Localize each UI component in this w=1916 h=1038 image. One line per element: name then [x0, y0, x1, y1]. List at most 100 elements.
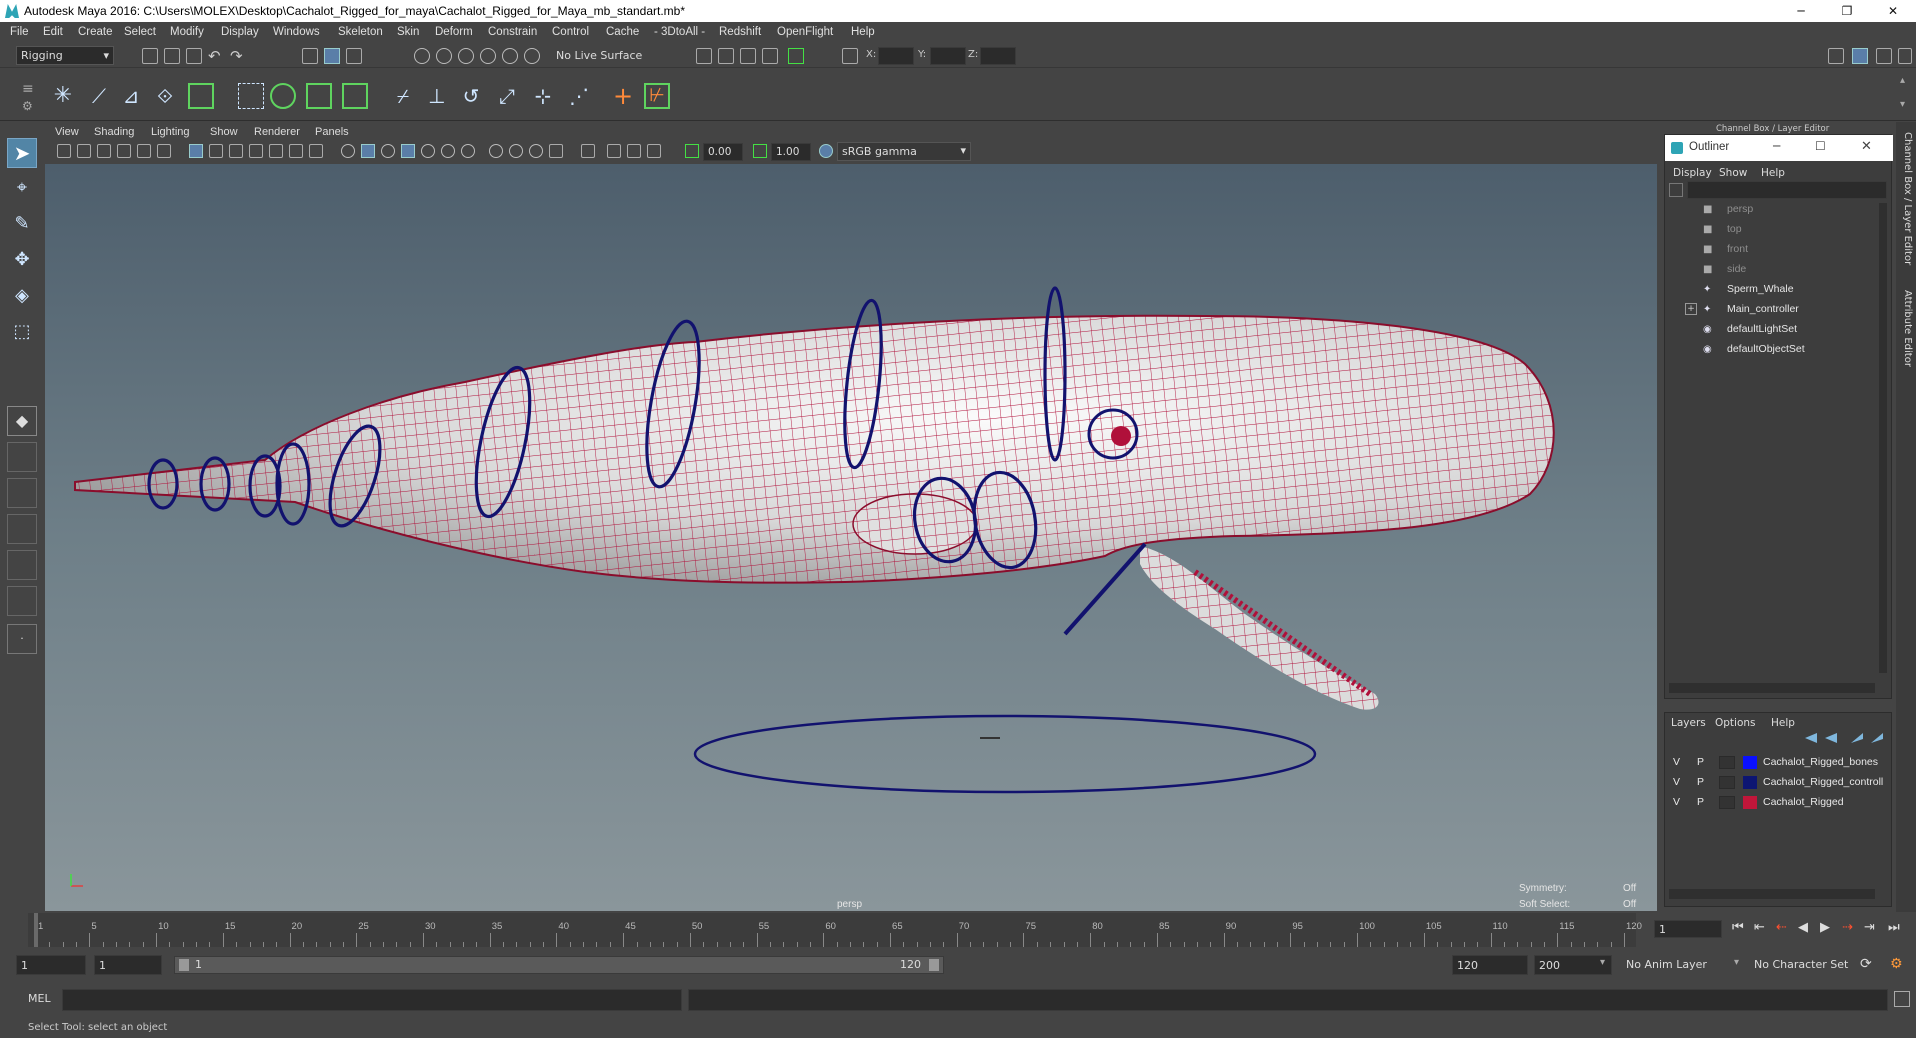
- layer-visibility-toggle[interactable]: V: [1673, 796, 1680, 808]
- point-constraint-icon[interactable]: ⌿: [390, 83, 416, 109]
- outliner-item[interactable]: defaultLightSet: [1727, 323, 1797, 335]
- step-forward-frame-icon[interactable]: ⇢: [1842, 920, 1853, 935]
- single-pane-layout-icon[interactable]: ◆: [7, 406, 37, 436]
- snap-projected-icon[interactable]: [524, 48, 540, 64]
- four-pane-layout-icon[interactable]: [7, 442, 37, 472]
- layer-visibility-toggle[interactable]: V: [1673, 776, 1680, 788]
- bookmark-icon[interactable]: [97, 144, 111, 158]
- attribute-editor-toggle-icon[interactable]: [1898, 48, 1912, 64]
- time-slider-ruler[interactable]: 1 5 10 15 20 25 30 35 40 45 50 55 60 65 70 75 80 85 90 95 10…: [28, 913, 1642, 947]
- command-input[interactable]: [62, 989, 682, 1011]
- minimize-button[interactable]: ─: [1778, 0, 1824, 22]
- scale-constraint-icon[interactable]: ⤢: [494, 83, 520, 109]
- ik-spline-icon[interactable]: ⊿: [118, 83, 144, 109]
- motion-blur-icon[interactable]: [509, 144, 523, 158]
- outliner-item[interactable]: Main_controller: [1727, 303, 1799, 315]
- wireframe-icon[interactable]: [341, 144, 355, 158]
- menu-openflight[interactable]: OpenFlight: [777, 26, 833, 38]
- paint-select-tool-icon[interactable]: ✎: [7, 210, 37, 240]
- close-button[interactable]: ✕: [1870, 0, 1916, 22]
- gamma-icon[interactable]: [753, 144, 767, 158]
- y-field[interactable]: [930, 47, 966, 65]
- parent-constraint-icon[interactable]: ⊹: [530, 83, 556, 109]
- new-layer-selected-icon[interactable]: [1871, 733, 1883, 743]
- select-tool-icon[interactable]: ➤: [7, 138, 37, 168]
- play-backward-icon[interactable]: ◀: [1798, 920, 1808, 935]
- xray-components-icon[interactable]: [647, 144, 661, 158]
- outliner-search-field[interactable]: [1687, 181, 1887, 199]
- layer-color-swatch[interactable]: [1743, 796, 1757, 809]
- menu-select[interactable]: Select: [124, 26, 156, 38]
- menu-create[interactable]: Create: [78, 26, 113, 38]
- script-editor-icon[interactable]: [1894, 991, 1910, 1007]
- safe-title-icon[interactable]: [309, 144, 323, 158]
- menu-skin[interactable]: Skin: [397, 26, 419, 38]
- render-view-icon[interactable]: [762, 48, 778, 64]
- rig-control-icon[interactable]: ⊬: [644, 83, 670, 109]
- scene-canvas[interactable]: [45, 164, 1657, 911]
- pole-vector-icon[interactable]: ⋰: [566, 83, 592, 109]
- move-tool-icon[interactable]: ✥: [7, 246, 37, 276]
- camera-attributes-icon[interactable]: [57, 144, 71, 158]
- save-scene-icon[interactable]: [186, 48, 202, 64]
- grease-pencil-icon[interactable]: [157, 144, 171, 158]
- range-end-handle[interactable]: [929, 959, 939, 971]
- playback-end-field[interactable]: 120: [1452, 955, 1528, 975]
- ipr-render-icon[interactable]: [740, 48, 756, 64]
- new-layer-icon[interactable]: [1851, 733, 1863, 743]
- layers-menu-help[interactable]: Help: [1771, 717, 1795, 729]
- cluster-icon[interactable]: [270, 83, 296, 109]
- snap-live-icon[interactable]: [502, 48, 518, 64]
- color-management-icon[interactable]: [819, 144, 833, 158]
- wrap-deformer-icon[interactable]: [306, 83, 332, 109]
- viewport-menu-shading[interactable]: Shading: [94, 126, 134, 138]
- exposure-icon[interactable]: [685, 144, 699, 158]
- command-language-label[interactable]: MEL: [28, 992, 51, 1005]
- camera-tools-icon[interactable]: [77, 144, 91, 158]
- viewport-menu-lighting[interactable]: Lighting: [151, 126, 190, 138]
- select-hierarchy-icon[interactable]: [302, 48, 318, 64]
- shelf-scroll-down-icon[interactable]: ▾: [1900, 99, 1905, 110]
- screen-space-ao-icon[interactable]: [489, 144, 503, 158]
- channel-box-toggle-icon[interactable]: [1852, 48, 1868, 64]
- layer-name[interactable]: Cachalot_Rigged_bones: [1763, 756, 1878, 768]
- smooth-shade-icon[interactable]: [361, 144, 375, 158]
- layers-hscrollbar[interactable]: [1669, 889, 1875, 899]
- layer-row[interactable]: V P Cachalot_Rigged: [1667, 793, 1891, 812]
- gamma-field[interactable]: 1.00: [771, 143, 811, 161]
- image-plane-icon[interactable]: [117, 144, 131, 158]
- resolution-gate-icon[interactable]: [229, 144, 243, 158]
- playback-start-field[interactable]: 1: [94, 955, 162, 975]
- menu-modify[interactable]: Modify: [170, 26, 204, 38]
- outliner-menu-display[interactable]: Display: [1673, 167, 1712, 179]
- main-controller-curve[interactable]: [693, 714, 1317, 794]
- wireframe-on-shaded-icon[interactable]: [401, 144, 415, 158]
- layers-menu-layers[interactable]: Layers: [1671, 717, 1706, 729]
- expand-main-controller-button[interactable]: +: [1685, 303, 1697, 315]
- outliner-vscrollbar[interactable]: [1879, 203, 1887, 673]
- menu-windows[interactable]: Windows: [273, 26, 320, 38]
- joint-tool-icon[interactable]: ✳: [50, 83, 76, 109]
- blend-shape-icon[interactable]: [342, 83, 368, 109]
- live-surface-field[interactable]: No Live Surface: [552, 47, 656, 66]
- outliner-item[interactable]: top: [1727, 223, 1742, 235]
- z-field[interactable]: [980, 47, 1016, 65]
- isolate-select-icon[interactable]: [581, 144, 595, 158]
- go-to-start-icon[interactable]: ⏮: [1732, 920, 1744, 935]
- tool-settings-icon[interactable]: [1876, 48, 1892, 64]
- undo-icon[interactable]: ↶: [208, 47, 224, 65]
- xray-joints-icon[interactable]: [627, 144, 641, 158]
- two-d-pan-zoom-icon[interactable]: [137, 144, 151, 158]
- persp-graph-layout-icon[interactable]: [7, 550, 37, 580]
- anti-aliasing-icon[interactable]: [529, 144, 543, 158]
- scale-tool-icon[interactable]: ⬚: [7, 318, 37, 348]
- transform-mode-icon[interactable]: [842, 48, 858, 64]
- custom-layout-icon[interactable]: ·: [7, 624, 37, 654]
- anim-layer-selector[interactable]: No Anim Layer: [1622, 955, 1742, 975]
- channel-box-tab[interactable]: Channel Box / Layer Editor: [1902, 132, 1913, 265]
- layer-name[interactable]: Cachalot_Rigged: [1763, 796, 1844, 808]
- ik-handle-icon[interactable]: ⟋: [86, 83, 112, 109]
- outliner-hscrollbar[interactable]: [1669, 683, 1875, 693]
- layer-color-swatch[interactable]: [1743, 776, 1757, 789]
- character-set-selector[interactable]: No Character Set: [1750, 955, 1870, 975]
